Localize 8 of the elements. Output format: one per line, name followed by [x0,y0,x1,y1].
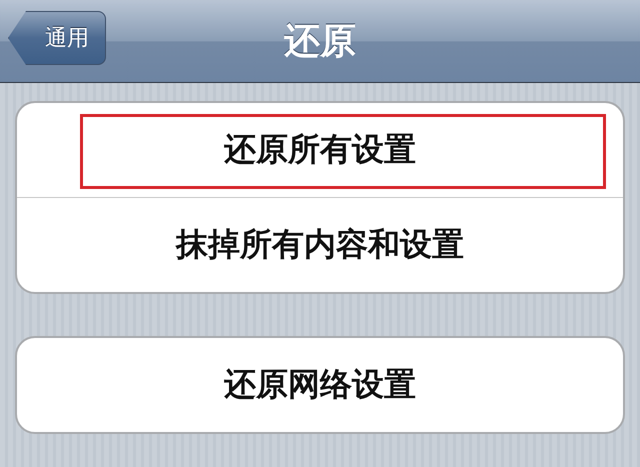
row-label: 还原所有设置 [224,129,416,170]
settings-row[interactable]: 抹掉所有内容和设置 [17,197,623,292]
settings-row[interactable]: 还原网络设置 [17,338,623,432]
row-label: 抹掉所有内容和设置 [176,224,464,265]
nav-title: 还原 [284,20,356,64]
row-label: 还原网络设置 [224,364,416,405]
settings-row[interactable]: 还原所有设置 [17,103,623,197]
back-button[interactable]: 通用 [8,11,106,65]
